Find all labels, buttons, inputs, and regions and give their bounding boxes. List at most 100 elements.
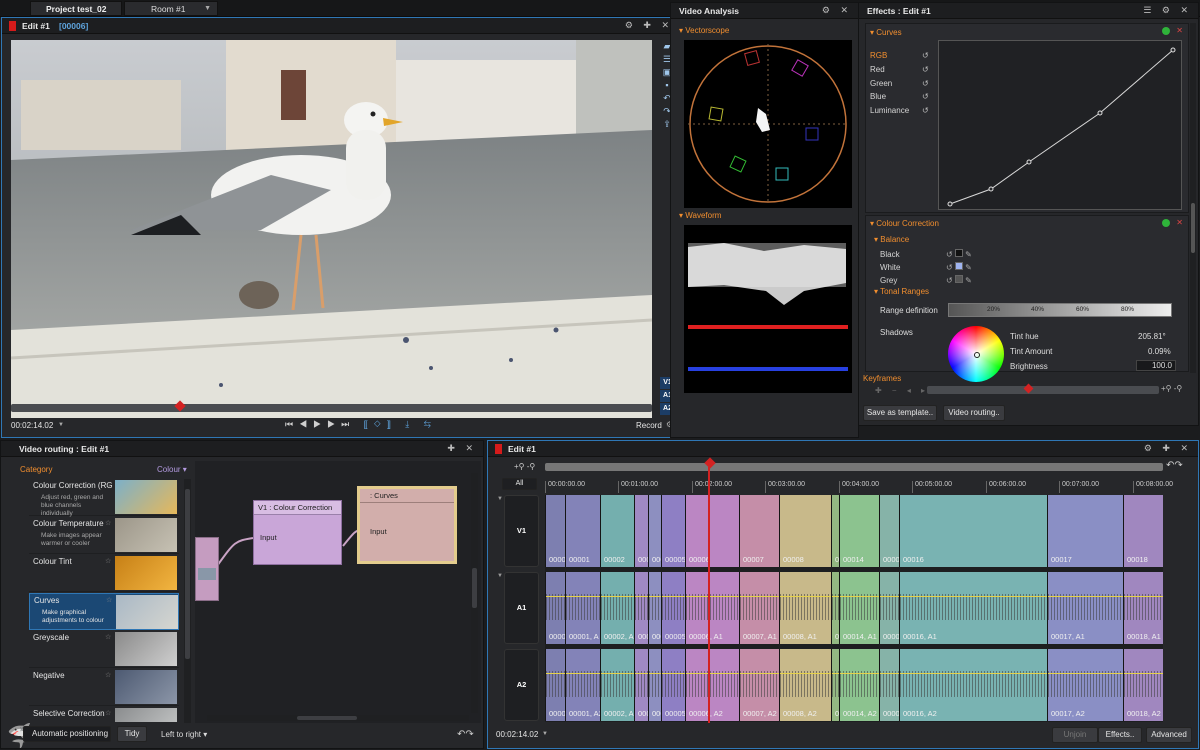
star-icon[interactable]: ☆ — [105, 633, 111, 641]
volume-line[interactable] — [566, 673, 600, 674]
all-tracks-button[interactable]: All — [502, 478, 537, 490]
tint-amount-value[interactable]: 0.09% — [1148, 347, 1171, 356]
wheel-handle[interactable] — [974, 352, 980, 358]
timeline-clip[interactable]: 0000 — [545, 649, 566, 721]
timeline-clip[interactable]: 00008 — [779, 495, 831, 567]
volume-line[interactable] — [880, 596, 899, 597]
timeline-clip[interactable]: 00006, A1 — [685, 572, 739, 644]
volume-line[interactable] — [1124, 673, 1163, 674]
node2-input[interactable]: Input — [370, 527, 387, 536]
effects-scrollbar[interactable] — [1190, 23, 1196, 373]
timeline-clip[interactable]: 00017 — [1047, 495, 1123, 567]
list-item[interactable]: Colour Tint ☆ — [29, 555, 179, 592]
timeline-tracks[interactable]: 0000000010000200000000000050000600007000… — [545, 495, 1163, 722]
timeline-clip[interactable]: 0000 — [545, 572, 566, 644]
advanced-button[interactable]: Advanced — [1146, 727, 1192, 743]
timeline-clip[interactable]: 00017, A2 — [1047, 649, 1123, 721]
timeline-clip[interactable]: 0000 — [831, 649, 852, 721]
channel-luminance[interactable]: Luminance — [870, 104, 909, 118]
channel-green[interactable]: Green — [870, 77, 909, 91]
colour-filter-dropdown[interactable]: Colour ▾ — [157, 465, 187, 474]
list-item[interactable]: Negative ☆ — [29, 669, 179, 706]
zoom-icons[interactable]: +⚲ -⚲ — [1161, 384, 1182, 393]
colour-correction-node[interactable]: V1 : Colour Correction Input — [253, 500, 342, 565]
star-icon[interactable]: ☆ — [105, 709, 111, 717]
volume-line[interactable] — [635, 596, 648, 597]
undo-redo-icons[interactable]: ↶↷ — [457, 729, 474, 740]
star-icon[interactable]: ☆ — [105, 557, 111, 565]
transport-controls[interactable]: ⏮◀▶▶⏭ ⟦◇⟧ ⤓ ⇆ — [285, 419, 437, 430]
volume-line[interactable] — [900, 673, 1047, 674]
timeline-clip[interactable]: 0000 — [831, 495, 852, 567]
curves-header[interactable]: ▾ Curves — [870, 28, 902, 37]
timeline-clip[interactable]: 0000 — [879, 572, 900, 644]
cc-close-icon[interactable]: ✕ — [1176, 218, 1183, 227]
volume-line[interactable] — [635, 673, 648, 674]
timeline-clip[interactable]: 00007, A2 — [739, 649, 779, 721]
keyframes-bar[interactable] — [927, 386, 1159, 394]
volume-line[interactable] — [1124, 596, 1163, 597]
timeline-undo-redo-icons[interactable]: ↶↷ — [1166, 460, 1183, 471]
expand-a1-icon[interactable]: ▼ — [497, 573, 503, 579]
timeline-clip[interactable]: 00006 — [685, 495, 739, 567]
list-item[interactable]: Selective Correction ☆ — [29, 707, 179, 723]
channel-blue[interactable]: Blue — [870, 90, 909, 104]
timeline-clip[interactable]: 0000 — [648, 649, 669, 721]
volume-line[interactable] — [601, 596, 634, 597]
timeline-clip[interactable]: 00018 — [1123, 495, 1163, 567]
volume-line[interactable] — [840, 596, 879, 597]
channel-rgb[interactable]: RGB — [870, 49, 909, 63]
volume-line[interactable] — [832, 596, 839, 597]
node1-input[interactable]: Input — [260, 533, 277, 542]
timeline-clip[interactable]: 0000 — [634, 649, 655, 721]
list-item[interactable]: Colour Temperature ☆ Make images appear … — [29, 517, 179, 554]
panel-window-icons[interactable]: ☰ ⚙ ✕ — [1143, 5, 1192, 16]
volume-line[interactable] — [780, 673, 831, 674]
channel-red[interactable]: Red — [870, 63, 909, 77]
timeline-ruler[interactable]: 00:00:00.00 00:01:00.00 00:02:00.00 00:03:0… — [545, 481, 1173, 493]
chevron-down-icon[interactable]: ▼ — [204, 5, 211, 12]
timeline-zoom-icons[interactable]: +⚲ -⚲ — [514, 462, 535, 471]
vectorscope-header[interactable]: ▾ Vectorscope — [679, 26, 729, 35]
timeline-clip[interactable]: 00001 — [565, 495, 600, 567]
timeline-overview-bar[interactable] — [545, 463, 1163, 471]
save-as-template-button[interactable]: Save as template.. — [863, 405, 937, 421]
timeline-clip[interactable]: 0000 — [648, 495, 669, 567]
volume-line[interactable] — [546, 673, 565, 674]
timeline-clip[interactable]: 00005 — [661, 572, 686, 644]
timeline-playhead[interactable] — [708, 467, 710, 723]
timeline-clip[interactable]: 0000 — [648, 572, 669, 644]
volume-line[interactable] — [832, 673, 839, 674]
volume-line[interactable] — [900, 596, 1047, 597]
effects-button[interactable]: Effects.. — [1098, 727, 1142, 743]
keyframe-nav-icons[interactable]: ✚ − ◂ ▸ — [875, 386, 929, 395]
volume-line[interactable] — [662, 673, 685, 674]
unjoin-button[interactable]: Unjoin — [1052, 727, 1098, 743]
timeline-clip[interactable]: 00017, A1 — [1047, 572, 1123, 644]
routing-source-node[interactable] — [195, 537, 219, 601]
canvas-hscrollbar[interactable] — [207, 715, 469, 721]
track-header-v1[interactable]: V1 — [504, 495, 539, 567]
panel-window-icons[interactable]: ⚙ ✚ ✕ — [1144, 443, 1192, 454]
timeline-clip[interactable]: 00018, A2 — [1123, 649, 1163, 721]
timeline-clip[interactable]: 00014, A2 — [839, 649, 879, 721]
timeline-clip[interactable]: 00002, A — [600, 572, 634, 644]
timeline-clip[interactable]: 0000 — [634, 572, 655, 644]
timeline-clip[interactable]: 00002 — [600, 495, 634, 567]
chevron-down-icon[interactable]: ▼ — [58, 422, 64, 428]
tab-project[interactable]: Project test_02 — [30, 1, 122, 16]
star-icon[interactable]: ☆ — [105, 481, 111, 489]
automatic-positioning-toggle[interactable]: Automatic positioning — [23, 726, 111, 742]
waveform-header[interactable]: ▾ Waveform — [679, 211, 721, 220]
category-scrollbar[interactable] — [184, 479, 191, 723]
cc-enable-toggle[interactable] — [1162, 219, 1170, 227]
timeline-clip[interactable]: 00018, A1 — [1123, 572, 1163, 644]
canvas-vscrollbar[interactable] — [471, 473, 478, 713]
timeline-clip[interactable]: 00016, A2 — [899, 649, 1047, 721]
volume-line[interactable] — [1048, 673, 1123, 674]
brightness-value[interactable]: 100.0 — [1136, 360, 1176, 371]
volume-line[interactable] — [880, 673, 899, 674]
timeline-clip[interactable]: 00006, A2 — [685, 649, 739, 721]
volume-line[interactable] — [649, 596, 661, 597]
direction-dropdown[interactable]: Left to right ▾ — [161, 730, 207, 739]
